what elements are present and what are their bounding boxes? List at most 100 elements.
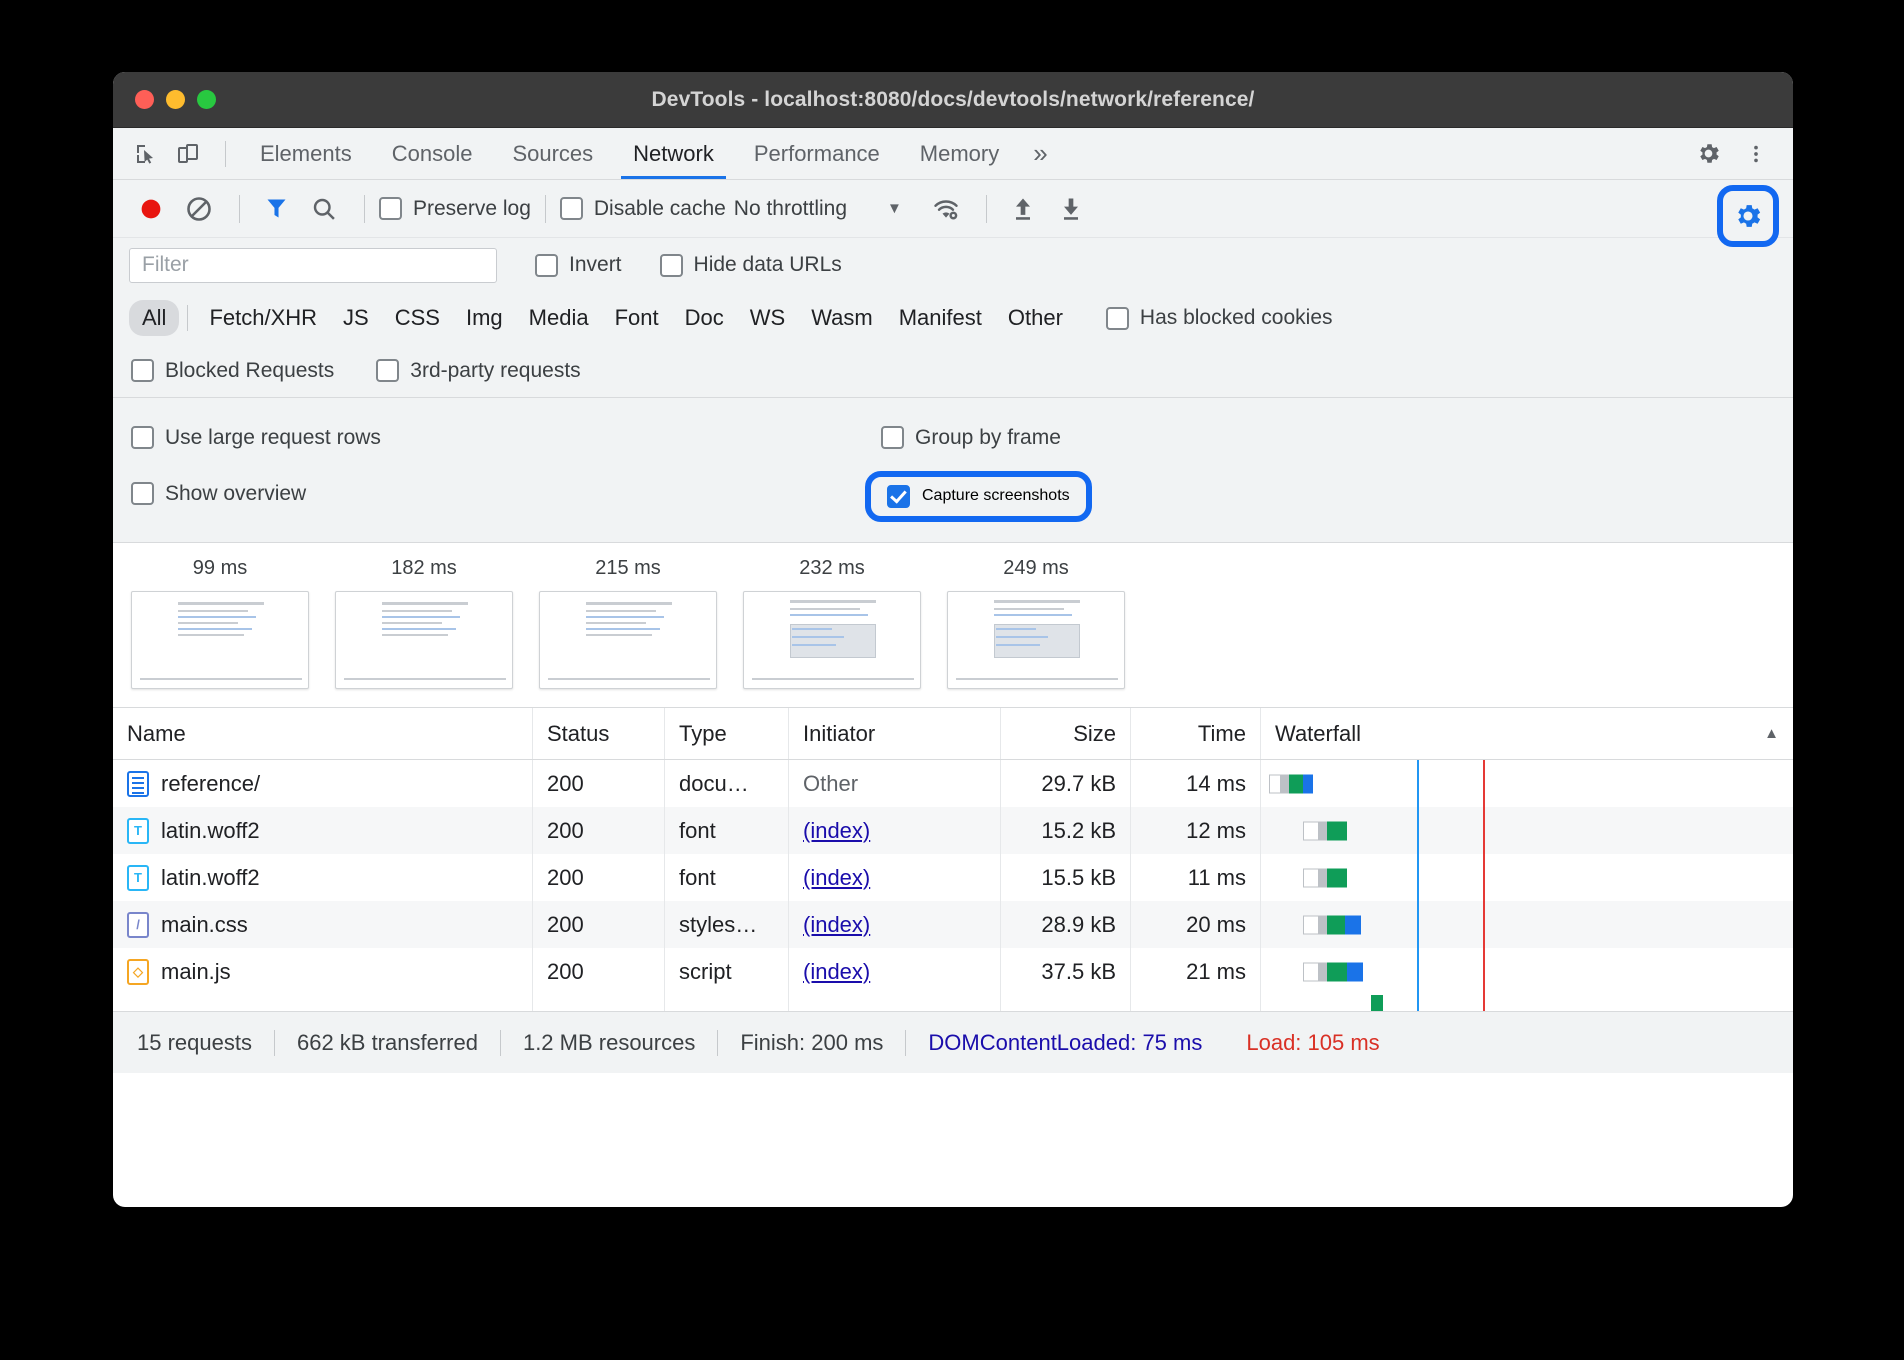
disable-cache-checkbox[interactable]: Disable cache [560, 197, 726, 221]
show-overview-label: Show overview [165, 482, 306, 506]
checkbox-box[interactable] [1106, 307, 1129, 330]
table-row-partial[interactable] [113, 995, 1793, 1011]
request-name-cell[interactable]: ◇ main.js [113, 948, 533, 995]
filmstrip-thumbnail[interactable] [947, 591, 1125, 689]
filmstrip-thumbnail[interactable] [539, 591, 717, 689]
request-initiator[interactable]: (index) [789, 901, 1001, 948]
show-overview-checkbox[interactable]: Show overview [131, 482, 306, 506]
filter-chip-font[interactable]: Font [602, 300, 672, 336]
download-arrow-icon[interactable] [1049, 190, 1093, 228]
tab-network[interactable]: Network [613, 128, 734, 179]
checkbox-box[interactable] [887, 485, 910, 508]
upload-arrow-icon[interactable] [1001, 190, 1045, 228]
initiator-link[interactable]: (index) [803, 912, 870, 938]
filter-chip-doc[interactable]: Doc [672, 300, 737, 336]
request-initiator[interactable]: (index) [789, 854, 1001, 901]
wifi-settings-icon[interactable] [924, 190, 968, 228]
kebab-menu-icon[interactable] [1737, 137, 1775, 171]
column-header-size[interactable]: Size [1001, 708, 1131, 759]
throttling-dropdown[interactable]: No throttling ▼ [734, 197, 902, 221]
search-icon[interactable] [302, 190, 346, 228]
table-row[interactable]: T latin.woff2 200 font (index) 15.2 kB 1… [113, 807, 1793, 854]
search-input[interactable]: Filter [129, 248, 497, 283]
request-initiator[interactable]: (index) [789, 948, 1001, 995]
use-large-request-rows-checkbox[interactable]: Use large request rows [131, 426, 381, 450]
filmstrip-frame[interactable]: 215 ms [539, 557, 717, 689]
request-name-cell[interactable]: T latin.woff2 [113, 807, 533, 854]
checkbox-box[interactable] [660, 254, 683, 277]
font-file-icon: T [127, 818, 149, 844]
table-row[interactable]: T latin.woff2 200 font (index) 15.5 kB 1… [113, 854, 1793, 901]
filter-chip-css[interactable]: CSS [382, 300, 453, 336]
filmstrip-frame[interactable]: 249 ms [947, 557, 1125, 689]
column-header-initiator[interactable]: Initiator [789, 708, 1001, 759]
column-header-type[interactable]: Type [665, 708, 789, 759]
filter-chip-js[interactable]: JS [330, 300, 382, 336]
filmstrip-thumbnail[interactable] [335, 591, 513, 689]
script-file-icon: ◇ [127, 959, 149, 985]
filter-chip-img[interactable]: Img [453, 300, 516, 336]
filter-funnel-icon[interactable] [254, 190, 298, 228]
group-by-frame-checkbox[interactable]: Group by frame [881, 426, 1061, 450]
filmstrip-frame[interactable]: 182 ms [335, 557, 513, 689]
checkbox-box[interactable] [131, 426, 154, 449]
initiator-link[interactable]: (index) [803, 865, 870, 891]
checkbox-box[interactable] [379, 197, 402, 220]
device-toolbar-icon[interactable] [169, 137, 207, 171]
checkbox-box[interactable] [131, 359, 154, 382]
filter-chip-fetch-xhr[interactable]: Fetch/XHR [196, 300, 330, 336]
record-icon[interactable] [129, 190, 173, 228]
minimize-window-button[interactable] [166, 90, 185, 109]
checkbox-box[interactable] [131, 482, 154, 505]
column-header-status[interactable]: Status [533, 708, 665, 759]
filter-chip-other[interactable]: Other [995, 300, 1076, 336]
filmstrip-frame[interactable]: 99 ms [131, 557, 309, 689]
capture-screenshots-checkbox-highlighted[interactable]: Capture screenshots [865, 471, 1092, 522]
request-name-cell[interactable]: reference/ [113, 760, 533, 807]
network-settings-button-highlighted[interactable] [1717, 185, 1779, 247]
tab-performance[interactable]: Performance [734, 128, 900, 179]
gear-icon[interactable] [1689, 137, 1727, 171]
table-row[interactable]: ◇ main.js 200 script (index) 37.5 kB 21 … [113, 948, 1793, 995]
table-row[interactable]: / main.css 200 styles… (index) 28.9 kB 2… [113, 901, 1793, 948]
maximize-window-button[interactable] [197, 90, 216, 109]
checkbox-box[interactable] [535, 254, 558, 277]
tab-memory[interactable]: Memory [900, 128, 1019, 179]
request-status: 200 [533, 760, 665, 807]
tab-console[interactable]: Console [372, 128, 493, 179]
checkbox-box[interactable] [376, 359, 399, 382]
initiator-link[interactable]: (index) [803, 959, 870, 985]
column-header-time[interactable]: Time [1131, 708, 1261, 759]
clear-icon[interactable] [177, 190, 221, 228]
filmstrip-frame[interactable]: 232 ms [743, 557, 921, 689]
tab-label: Performance [754, 141, 880, 167]
tab-elements[interactable]: Elements [240, 128, 372, 179]
filmstrip-thumbnail[interactable] [131, 591, 309, 689]
column-header-name[interactable]: Name [113, 708, 533, 759]
filmstrip-thumbnail[interactable] [743, 591, 921, 689]
filter-chip-manifest[interactable]: Manifest [886, 300, 995, 336]
tab-sources[interactable]: Sources [492, 128, 613, 179]
close-window-button[interactable] [135, 90, 154, 109]
checkbox-box[interactable] [560, 197, 583, 220]
filter-chip-wasm[interactable]: Wasm [798, 300, 886, 336]
initiator-link[interactable]: (index) [803, 818, 870, 844]
filter-chip-ws[interactable]: WS [737, 300, 798, 336]
table-row[interactable]: reference/ 200 docu… Other 29.7 kB 14 ms [113, 760, 1793, 807]
filter-chip-media[interactable]: Media [516, 300, 602, 336]
column-header-waterfall[interactable]: Waterfall ▲ [1261, 708, 1793, 759]
has-blocked-cookies-checkbox[interactable]: Has blocked cookies [1106, 306, 1333, 330]
invert-checkbox[interactable]: Invert [535, 253, 622, 277]
checkbox-box[interactable] [881, 426, 904, 449]
inspect-element-icon[interactable] [127, 137, 165, 171]
request-name-cell[interactable]: / main.css [113, 901, 533, 948]
third-party-requests-checkbox[interactable]: 3rd-party requests [376, 359, 580, 383]
hide-data-urls-checkbox[interactable]: Hide data URLs [660, 253, 842, 277]
preserve-log-checkbox[interactable]: Preserve log [379, 197, 531, 221]
more-tabs-icon[interactable]: » [1019, 128, 1061, 179]
blocked-requests-checkbox[interactable]: Blocked Requests [131, 359, 334, 383]
request-initiator[interactable]: (index) [789, 807, 1001, 854]
filter-chip-all[interactable]: All [129, 300, 179, 336]
request-name-cell[interactable]: T latin.woff2 [113, 854, 533, 901]
window-title: DevTools - localhost:8080/docs/devtools/… [113, 88, 1793, 112]
